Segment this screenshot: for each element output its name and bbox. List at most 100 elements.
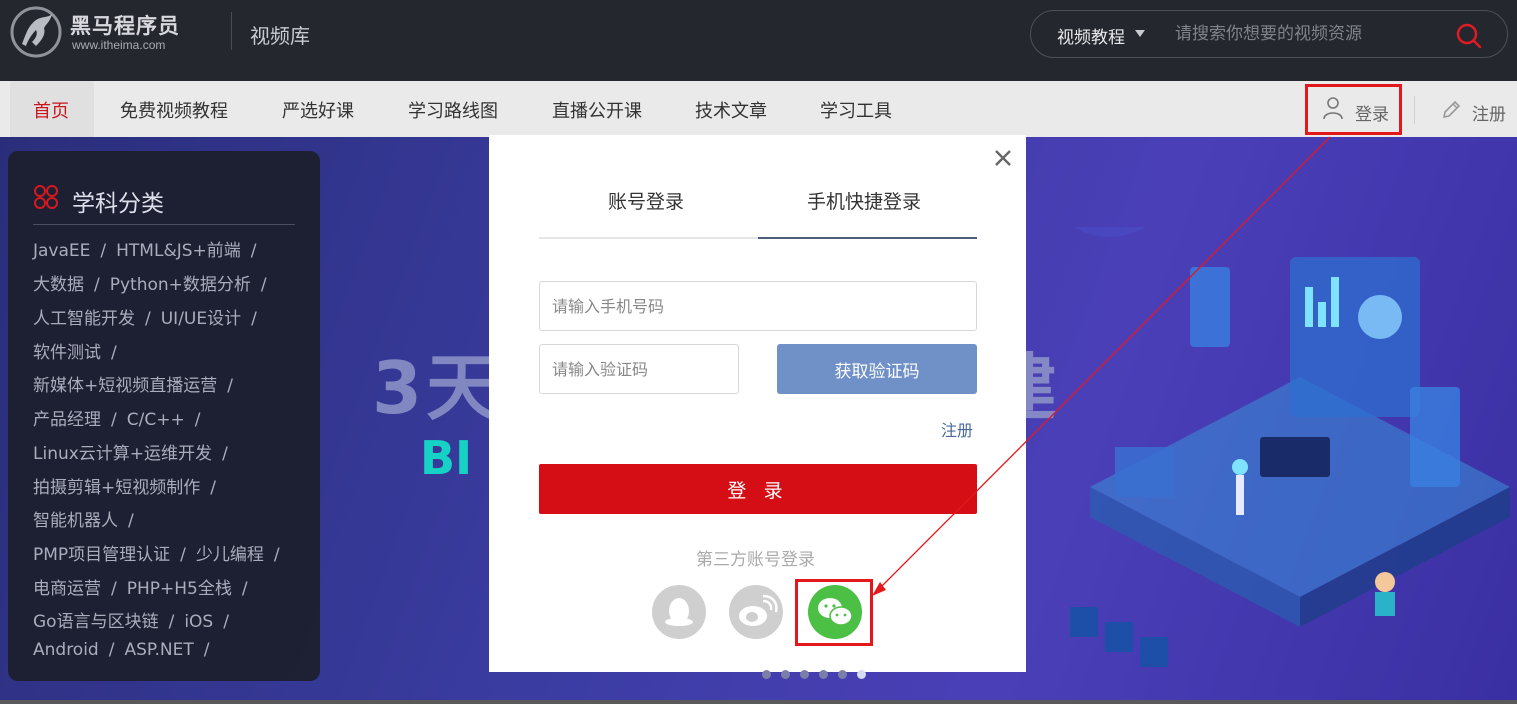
horse-logo-icon[interactable] <box>8 6 64 58</box>
category-link[interactable]: 拍摄剪辑+短视频制作 <box>33 473 200 498</box>
category-separator: / <box>241 579 248 599</box>
category-separator: / <box>168 612 175 632</box>
nav-item-articles[interactable]: 技术文章 <box>695 97 767 123</box>
category-separator: / <box>222 444 228 464</box>
category-line: 新媒体+短视频直播运营 / <box>33 371 313 396</box>
search-bar: 视频教程 <box>1030 10 1508 58</box>
tab-phone-login[interactable]: 手机快捷登录 <box>807 187 921 214</box>
category-separator: / <box>108 640 115 660</box>
login-modal: 账号登录 手机快捷登录 获取验证码 注册 登 录 第三方账号登录 <box>489 135 1026 672</box>
category-separator: / <box>251 309 257 329</box>
category-separator: / <box>111 410 117 430</box>
brand-url: www.itheima.com <box>72 38 166 52</box>
category-link[interactable]: PHP+H5全栈 <box>127 574 232 599</box>
category-title: 学科分类 <box>72 191 164 217</box>
carousel-dot[interactable] <box>762 670 771 679</box>
login-highlight-box <box>1305 84 1402 135</box>
category-separator: / <box>100 241 107 261</box>
category-separator: / <box>273 545 280 565</box>
category-link[interactable]: C/C++ <box>127 410 185 430</box>
category-link[interactable]: 智能机器人 <box>33 506 118 531</box>
carousel-dot[interactable] <box>800 670 809 679</box>
category-link[interactable]: 少儿编程 <box>196 540 264 565</box>
category-separator: / <box>250 241 257 261</box>
verification-code-field[interactable] <box>539 344 739 394</box>
qq-login-button[interactable] <box>652 585 706 639</box>
nav-register-link[interactable]: 注册 <box>1472 100 1506 125</box>
tab-account-login[interactable]: 账号登录 <box>608 187 684 214</box>
category-link[interactable]: 人工智能开发 <box>33 304 135 329</box>
category-line: Linux云计算+运维开发 / <box>33 439 313 464</box>
register-link[interactable]: 注册 <box>941 417 973 441</box>
nav-item-home[interactable]: 首页 <box>33 97 69 123</box>
category-line: 智能机器人 / <box>33 506 313 531</box>
qq-icon <box>665 598 693 626</box>
category-link[interactable]: PMP项目管理认证 <box>33 540 170 565</box>
category-separator: / <box>223 612 229 632</box>
category-divider <box>33 224 295 225</box>
category-line: 软件测试 / <box>33 338 313 363</box>
caret-down-icon[interactable] <box>1135 30 1145 37</box>
category-link[interactable]: ASP.NET <box>124 640 193 660</box>
data-platform-illustration <box>1070 227 1510 667</box>
category-separator: / <box>203 640 210 660</box>
search-input[interactable] <box>1175 21 1445 47</box>
page-bottom-strip <box>0 700 1517 704</box>
category-separator: / <box>194 410 201 430</box>
category-link[interactable]: Go语言与区块链 <box>33 607 159 632</box>
carousel-dot[interactable] <box>781 670 790 679</box>
category-separator: / <box>128 511 134 531</box>
category-link[interactable]: Python+数据分析 <box>110 270 251 295</box>
category-link[interactable]: iOS <box>184 612 213 632</box>
category-line: 产品经理 / C/C++ / <box>33 405 313 430</box>
category-link[interactable]: 大数据 <box>33 270 84 295</box>
section-title[interactable]: 视频库 <box>250 20 310 49</box>
tab-active-indicator <box>758 237 977 239</box>
nav-item-learning-path[interactable]: 学习路线图 <box>408 97 498 123</box>
nav-item-live[interactable]: 直播公开课 <box>552 97 642 123</box>
brand-name[interactable]: 黑马程序员 <box>70 10 180 40</box>
nav-item-tools[interactable]: 学习工具 <box>820 97 892 123</box>
category-icon <box>34 185 58 209</box>
wechat-highlight-box <box>795 579 873 646</box>
weibo-login-button[interactable] <box>729 585 783 639</box>
carousel-dots <box>762 664 876 679</box>
carousel-dot[interactable] <box>838 670 847 679</box>
category-line: 大数据 / Python+数据分析 / <box>33 270 313 295</box>
category-link[interactable]: 新媒体+短视频直播运营 <box>33 371 217 396</box>
weibo-icon <box>739 594 778 626</box>
banner-subtitle-partial: BI <box>420 431 473 485</box>
third-party-label: 第三方账号登录 <box>696 550 815 570</box>
login-button[interactable]: 登 录 <box>539 464 977 514</box>
category-link[interactable]: Android <box>33 640 99 660</box>
carousel-dot[interactable] <box>819 670 828 679</box>
category-line: 人工智能开发 / UI/UE设计 / <box>33 304 313 329</box>
pencil-icon[interactable] <box>1440 99 1462 121</box>
category-separator: / <box>227 376 233 396</box>
get-code-button[interactable]: 获取验证码 <box>777 344 977 394</box>
search-icon[interactable] <box>1455 22 1483 50</box>
close-icon[interactable] <box>992 147 1014 169</box>
nav-item-selected-courses[interactable]: 严选好课 <box>282 97 354 123</box>
carousel-dot[interactable] <box>857 670 866 679</box>
category-line: Go语言与区块链 / iOS / <box>33 607 313 632</box>
category-separator: / <box>145 309 151 329</box>
category-link[interactable]: HTML&JS+前端 <box>116 236 241 261</box>
category-separator: / <box>210 478 216 498</box>
header-divider <box>231 12 232 50</box>
category-link[interactable]: UI/UE设计 <box>161 304 241 329</box>
nav-item-free-videos[interactable]: 免费视频教程 <box>120 97 228 123</box>
category-link[interactable]: 软件测试 <box>33 338 101 363</box>
nav-divider <box>1414 96 1415 124</box>
category-link[interactable]: Linux云计算+运维开发 <box>33 439 212 464</box>
category-line: Android / ASP.NET / <box>33 640 313 660</box>
category-link[interactable]: JavaEE <box>33 241 90 261</box>
search-category-select[interactable]: 视频教程 <box>1057 23 1125 48</box>
phone-field[interactable] <box>539 281 977 331</box>
category-separator: / <box>111 343 117 363</box>
top-header: 黑马程序员 www.itheima.com 视频库 视频教程 <box>0 0 1517 81</box>
category-link[interactable]: 电商运营 <box>33 574 101 599</box>
category-link[interactable]: 产品经理 <box>33 405 101 430</box>
category-separator: / <box>94 275 100 295</box>
category-separator: / <box>260 275 267 295</box>
